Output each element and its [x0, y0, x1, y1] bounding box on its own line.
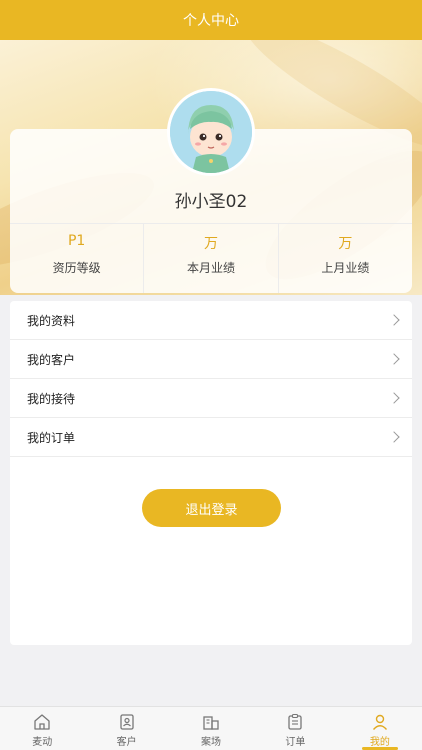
stat-label: 资历等级 — [52, 261, 101, 275]
tab-orders[interactable]: 订单 — [253, 707, 337, 750]
menu-item-label: 我的接待 — [27, 391, 76, 406]
user-icon — [372, 714, 387, 730]
tab-label: 订单 — [285, 737, 306, 748]
chevron-right-icon — [388, 431, 400, 443]
menu-item-label: 我的资料 — [27, 313, 76, 328]
chevron-right-icon — [388, 353, 400, 365]
stat-value: 万 — [338, 236, 353, 252]
tab-home[interactable]: 麦动 — [0, 707, 84, 750]
menu-card: 我的资料 我的客户 我的接待 我的订单 退出登录 — [10, 301, 412, 645]
tab-label: 客户 — [116, 737, 137, 748]
stat-this-month: 万 本月业绩 — [144, 224, 279, 293]
tab-label: 麦动 — [32, 737, 53, 748]
chevron-right-icon — [388, 314, 400, 326]
stats-row: P1 资历等级 万 本月业绩 万 上月业绩 — [10, 223, 412, 293]
avatar-illustration — [170, 91, 252, 173]
clipboard-icon — [288, 713, 303, 730]
menu-item-orders[interactable]: 我的订单 — [10, 418, 412, 457]
menu-item-label: 我的订单 — [27, 430, 76, 445]
stat-value: P1 — [67, 233, 86, 249]
header-bar: 个人中心 — [0, 0, 422, 40]
logout-button[interactable]: 退出登录 — [142, 489, 281, 527]
stat-label: 本月业绩 — [186, 261, 235, 275]
contact-card-icon — [119, 714, 134, 730]
menu-item-customers[interactable]: 我的客户 — [10, 340, 412, 379]
page-title: 个人中心 — [183, 13, 239, 29]
building-icon — [203, 716, 219, 730]
menu-item-receptions[interactable]: 我的接待 — [10, 379, 412, 418]
stat-label: 上月业绩 — [321, 261, 370, 275]
avatar[interactable] — [167, 88, 255, 176]
stat-last-month: 万 上月业绩 — [279, 224, 412, 293]
tab-bar: 麦动 客户 案场 订单 我的 — [0, 706, 422, 750]
stat-value: 万 — [203, 236, 218, 252]
tab-label: 我的 — [369, 737, 390, 748]
home-icon — [34, 714, 50, 730]
tab-customers[interactable]: 客户 — [84, 707, 168, 750]
tab-site[interactable]: 案场 — [169, 707, 253, 750]
chevron-right-icon — [388, 392, 400, 404]
username: 孙小圣02 — [174, 192, 248, 212]
stat-level: P1 资历等级 — [10, 224, 145, 293]
menu-item-profile[interactable]: 我的资料 — [10, 301, 412, 340]
tab-me[interactable]: 我的 — [338, 707, 422, 750]
menu-item-label: 我的客户 — [27, 352, 76, 367]
tab-label: 案场 — [201, 737, 222, 748]
